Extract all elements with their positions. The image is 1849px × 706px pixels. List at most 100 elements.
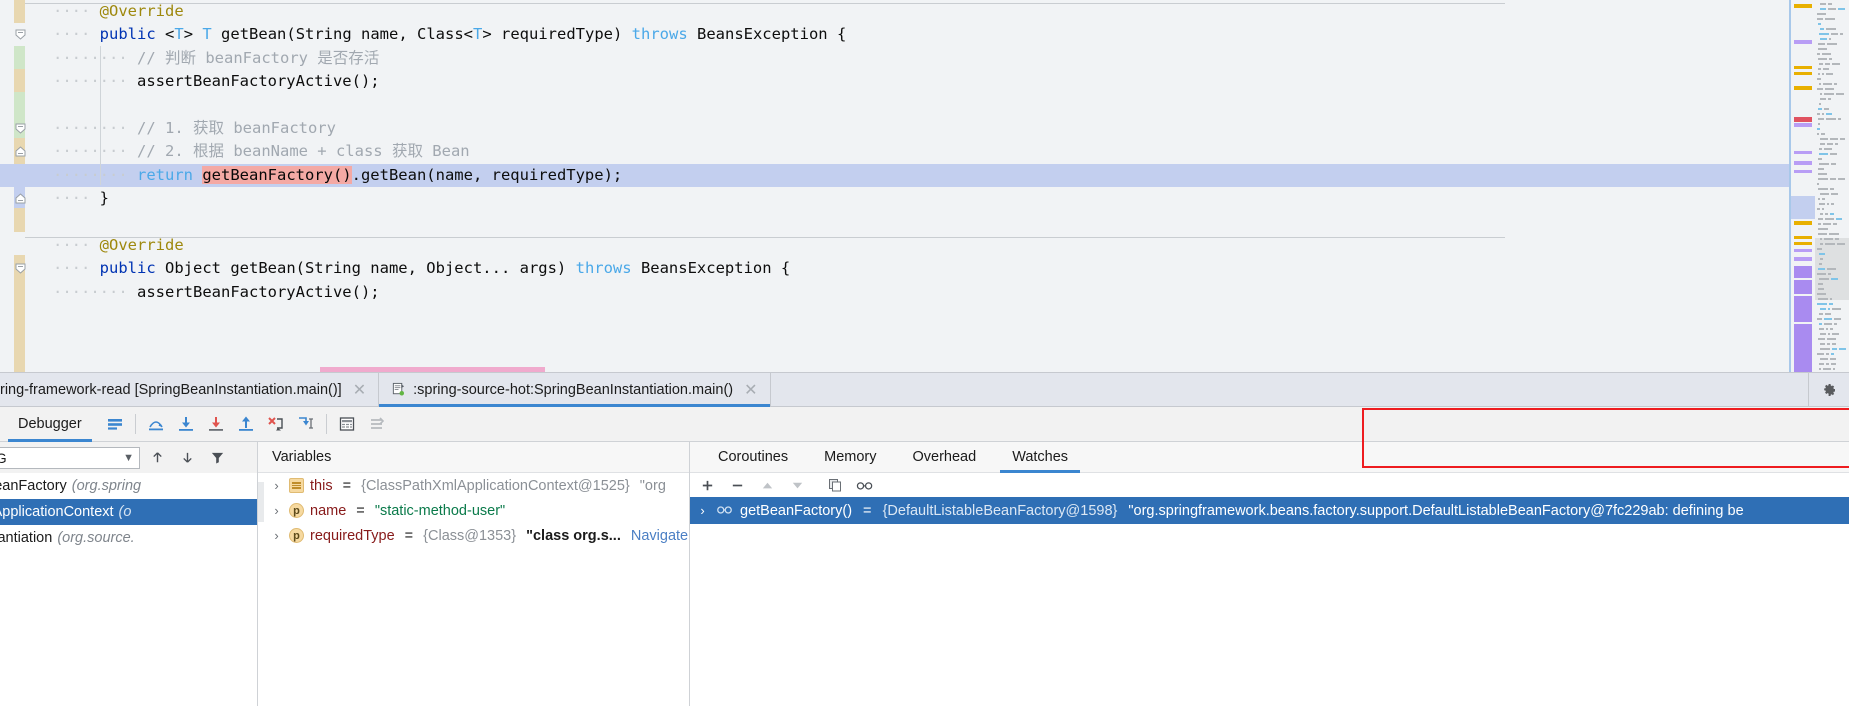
minimap-line [1820, 238, 1822, 240]
editor-canvas[interactable]: ···· @Override ···· public <T> T getBean(… [0, 0, 1805, 372]
minimap-line [1819, 278, 1829, 280]
code-line[interactable]: ········ assertBeanFactoryActive(); [25, 70, 1805, 93]
variable-row[interactable]: › p name = "static-method-user" [258, 498, 689, 523]
expand-icon[interactable]: › [270, 528, 283, 543]
indent-dots: ···· [53, 259, 100, 278]
run-tab-1[interactable]: :spring-source-hot:SpringBeanInstantiati… [379, 373, 771, 407]
frame-row[interactable]: pringBeanInstantiation(org.source. [0, 525, 257, 551]
error-stripe-marker[interactable] [1794, 86, 1812, 90]
add-watch-button[interactable] [694, 474, 720, 496]
error-stripe-marker[interactable] [1794, 4, 1812, 8]
error-stripe-marker[interactable] [1794, 280, 1812, 294]
frame-row[interactable]: 07, AbstractBeanFactory(org.spring [0, 473, 257, 499]
variables-tree[interactable]: › this = {ClassPathXmlApplicationContext@… [258, 473, 689, 548]
code-minimap[interactable] [1815, 0, 1849, 372]
minimap-line [1818, 73, 1820, 75]
code-line[interactable]: ···· public Object getBean(String name, … [25, 257, 1805, 280]
frames-list[interactable]: 07, AbstractBeanFactory(org.spring123, A… [0, 473, 257, 551]
minimap-line [1824, 323, 1832, 325]
drop-frame-button[interactable] [261, 409, 291, 439]
console-layout-button[interactable] [100, 409, 130, 439]
copy-watch-button[interactable] [822, 474, 848, 496]
variable-row[interactable]: › this = {ClassPathXmlApplicationContext@… [258, 473, 689, 498]
error-stripe-marker[interactable] [1794, 324, 1812, 372]
minimap-line [1820, 213, 1823, 215]
step-into-button[interactable] [171, 409, 201, 439]
error-stripe-marker[interactable] [1794, 257, 1812, 261]
code-line[interactable]: ···· @Override [25, 0, 1805, 23]
error-stripe-marker[interactable] [1794, 40, 1812, 44]
code-text[interactable]: ···· @Override ···· public <T> T getBean(… [0, 0, 1805, 372]
frames-up-button[interactable] [144, 445, 170, 471]
error-stripe-marker[interactable] [1794, 170, 1812, 173]
frames-filter-button[interactable] [204, 445, 230, 471]
error-stripe-marker[interactable] [1794, 123, 1812, 127]
close-icon[interactable]: ✕ [744, 380, 757, 400]
thread-selector[interactable]: @1 ...: RUNNING ▼ [0, 446, 140, 469]
expand-icon[interactable]: › [270, 503, 283, 518]
close-icon[interactable]: ✕ [353, 380, 366, 400]
error-stripe-marker[interactable] [1794, 66, 1812, 69]
watches-toolbar[interactable] [690, 408, 1849, 497]
watches-tabbar[interactable]: Coroutines Memory Overhead Watches [690, 442, 1849, 473]
error-stripe-marker[interactable] [1794, 266, 1812, 278]
code-line[interactable]: ···· } [25, 187, 1805, 210]
code-line[interactable]: ········ // 2. 根据 beanName + class 获取 Be… [25, 140, 1805, 163]
tab-coroutines[interactable]: Coroutines [700, 442, 806, 472]
code-line[interactable]: ···· public <T> T getBean(String name, C… [25, 23, 1805, 46]
code-line[interactable]: ········ // 判断 beanFactory 是否存活 [25, 47, 1805, 70]
code-line[interactable]: ········ // 1. 获取 beanFactory [25, 117, 1805, 140]
tab-overhead[interactable]: Overhead [895, 442, 995, 472]
frame-row[interactable]: 123, AbstractApplicationContext(o [0, 499, 257, 525]
step-out-button[interactable] [231, 409, 261, 439]
error-stripe-marker[interactable] [1794, 117, 1812, 122]
current-line-gutter [0, 163, 25, 188]
error-stripe-marker[interactable] [1794, 242, 1812, 245]
watch-row[interactable]: › getBeanFactory() = {DefaultListableBea… [690, 497, 1849, 524]
variables-scrollbar[interactable] [258, 482, 264, 522]
frames-panel[interactable]: @1 ...: RUNNING ▼ 07, AbstractBeanFactor… [0, 442, 258, 706]
remove-watch-button[interactable] [724, 474, 750, 496]
step-over-button[interactable] [141, 409, 171, 439]
code-line[interactable] [25, 94, 1805, 117]
run-configuration-tabbar[interactable]: ring-framework-read [SpringBeanInstantia… [0, 367, 1849, 407]
error-stripe-marker[interactable] [1794, 72, 1812, 75]
variables-panel[interactable]: Variables › this = {ClassPathXmlApplicati… [258, 442, 690, 706]
error-stripe-marker[interactable] [1794, 161, 1812, 165]
expand-icon[interactable]: › [270, 478, 283, 493]
error-stripe-marker[interactable] [1794, 151, 1812, 154]
code-line[interactable]: ········ return getBeanFactory().getBean… [0, 163, 1805, 188]
error-stripe-column[interactable] [1789, 0, 1815, 372]
tab-debugger[interactable]: Debugger [0, 407, 100, 442]
run-tab-0[interactable]: ring-framework-read [SpringBeanInstantia… [0, 373, 380, 406]
error-stripe-marker[interactable] [1794, 236, 1812, 239]
error-stripe-marker[interactable] [1794, 296, 1812, 322]
frames-down-button[interactable] [174, 445, 200, 471]
tab-watches[interactable]: Watches [994, 442, 1086, 473]
chevron-down-icon[interactable]: ▼ [123, 452, 134, 464]
code-line[interactable]: ········ assertBeanFactoryActive(); [25, 281, 1805, 304]
show-values-inline-button[interactable] [362, 409, 392, 439]
move-watch-down-button[interactable] [784, 474, 810, 496]
run-to-cursor-button[interactable] [291, 409, 321, 439]
error-stripe-marker[interactable] [1794, 249, 1812, 252]
tab-memory[interactable]: Memory [806, 442, 894, 472]
frame-label: pringBeanInstantiation [0, 530, 53, 546]
debugger-toolbar[interactable]: Debugger [0, 407, 1849, 442]
force-step-into-button[interactable] [201, 409, 231, 439]
code-line[interactable]: ···· @Override [25, 234, 1805, 257]
code-token: getBean(String name, Class< [211, 25, 473, 44]
object-icon [289, 478, 304, 493]
code-line[interactable] [25, 211, 1805, 234]
navigate-link[interactable]: Navigate [627, 528, 688, 544]
evaluate-expression-button[interactable] [332, 409, 362, 439]
error-stripe-marker[interactable] [1794, 221, 1812, 225]
move-watch-up-button[interactable] [754, 474, 780, 496]
variable-row[interactable]: › p requiredType = {Class@1353} "class org… [258, 523, 689, 548]
code-editor[interactable]: ···· @Override ···· public <T> T getBean(… [0, 0, 1849, 372]
expand-icon[interactable]: › [696, 503, 709, 518]
gear-icon[interactable] [1809, 373, 1849, 406]
watches-panel[interactable]: Coroutines Memory Overhead Watches › get… [690, 408, 1849, 706]
minimap-line [1830, 298, 1832, 300]
glasses-icon[interactable] [852, 474, 878, 496]
